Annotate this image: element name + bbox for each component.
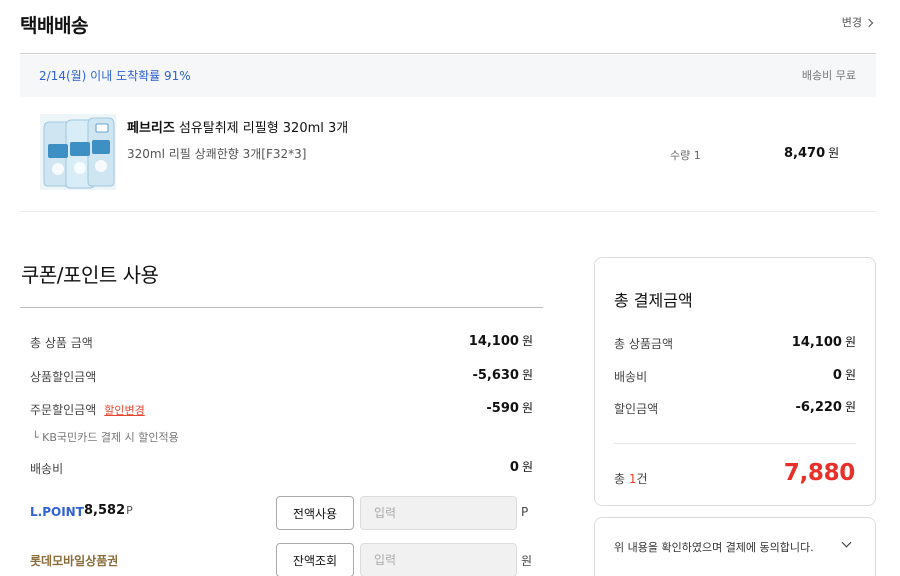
calc-label: 총 상품 금액: [30, 336, 93, 350]
calc-value: -590 원: [486, 399, 533, 416]
lpoint-label: L.POINT: [30, 505, 84, 519]
payment-agreement-toggle[interactable]: 위 내용을 확인하였으며 결제에 동의합니다.: [594, 517, 876, 576]
calc-label: 상품할인금액: [30, 370, 97, 384]
summary-amount: -6,220: [795, 400, 842, 415]
summary-row-discount: 할인금액 -6,220 원: [614, 398, 856, 418]
shipping-title: 택배배송: [20, 15, 88, 37]
summary-unit: 원: [844, 400, 856, 414]
total-payment-amount: 7,880: [783, 460, 856, 486]
product-price: 8,470 원: [784, 144, 839, 161]
discount-change-link[interactable]: 할인변경: [104, 404, 144, 417]
summary-title: 총 결제금액: [614, 291, 693, 310]
summary-unit: 원: [844, 335, 856, 349]
calc-unit: 원: [521, 368, 533, 382]
count-prefix: 총: [614, 472, 629, 486]
change-label: 변경: [841, 16, 862, 29]
lpoint-balance-unit: P: [126, 504, 133, 517]
summary-value: 14,100 원: [792, 333, 856, 350]
summary-divider: [614, 443, 856, 444]
lpoint-input-unit: P: [521, 505, 529, 519]
product-image-graphic: [40, 114, 116, 190]
calc-amount: -590: [486, 401, 519, 416]
lpoint-balance-value: 8,582: [84, 503, 126, 518]
calc-row-shipping-fee: 배송비 0원: [30, 458, 533, 478]
summary-row-total-product: 총 상품금액 14,100 원: [614, 333, 856, 353]
calc-unit: 원: [521, 401, 533, 415]
calc-unit: 원: [521, 334, 533, 348]
lotte-voucher-input-unit: 원: [521, 554, 533, 568]
count-number: 1: [628, 472, 637, 486]
product-image[interactable]: [40, 114, 116, 190]
chevron-down-icon: [841, 537, 852, 548]
total-item-count: 총 1건: [614, 470, 648, 487]
calc-value: 0원: [510, 458, 533, 475]
shipping-header: 택배배송 변경: [20, 0, 876, 54]
summary-row-shipping: 배송비 0원: [614, 366, 856, 386]
calc-value: -5,630 원: [472, 366, 533, 383]
product-brand: 페브리즈: [127, 121, 175, 136]
agreement-text: 위 내용을 확인하였으며 결제에 동의합니다.: [614, 541, 814, 554]
summary-label: 할인금액: [614, 402, 659, 416]
check-balance-button[interactable]: 잔액조회: [276, 543, 354, 576]
lpoint-balance: 8,582P: [84, 503, 133, 518]
lotte-voucher-row: 롯데모바일상품권 잔액조회 원: [30, 543, 543, 576]
summary-label: 총 상품금액: [614, 337, 674, 351]
calc-amount: 0: [509, 460, 519, 475]
calc-unit: 원: [521, 460, 533, 474]
product-price-value: 8,470: [784, 146, 826, 161]
product-name[interactable]: 페브리즈 섬유탈취제 리필형 320ml 3개: [127, 117, 348, 136]
summary-value: 0원: [833, 366, 856, 383]
product-option: 320ml 리필 상쾌한향 3개[F32*3]: [127, 147, 307, 161]
use-all-points-button[interactable]: 전액사용: [276, 496, 354, 530]
calc-amount: 14,100: [468, 334, 519, 349]
count-suffix: 건: [636, 472, 648, 486]
kb-card-note: └ KB국민카드 결제 시 할인적용: [32, 431, 179, 444]
calc-row-order-discount: 주문할인금액 할인변경 -590 원: [30, 399, 533, 419]
calc-value: 14,100 원: [469, 332, 533, 349]
product-price-unit: 원: [828, 146, 840, 160]
lotte-voucher-input[interactable]: [360, 543, 517, 576]
chevron-right-icon: [864, 18, 874, 27]
coupon-divider: [20, 307, 543, 308]
coupon-section-title: 쿠폰/포인트 사용: [21, 263, 159, 287]
product-row: 페브리즈 섬유탈취제 리필형 320ml 3개 320ml 리필 상쾌한향 3개[…: [20, 97, 876, 212]
product-quantity: 수량 1: [670, 149, 701, 162]
lpoint-input[interactable]: [360, 496, 517, 530]
delivery-info-bar: 2/14(월) 이내 도착확률 91% 배송비 무료: [20, 55, 876, 97]
delivery-date: 2/14(월) 이내 도착확률 91%: [39, 69, 191, 83]
lpoint-row: L.POINT 8,582P 전액사용 P: [30, 496, 543, 530]
summary-unit: 원: [844, 368, 856, 382]
product-title: 섬유탈취제 리필형 320ml 3개: [178, 121, 349, 136]
calc-label: 주문할인금액 할인변경: [30, 401, 145, 418]
calc-label-text: 주문할인금액: [30, 403, 97, 417]
delivery-fee: 배송비 무료: [801, 69, 856, 82]
summary-amount: 14,100: [791, 335, 842, 350]
calc-row-total-product: 총 상품 금액 14,100 원: [30, 332, 533, 352]
summary-label: 배송비: [614, 370, 648, 384]
calc-amount: -5,630: [472, 368, 519, 383]
change-shipping-link[interactable]: 변경: [841, 14, 874, 30]
calc-label: 배송비: [30, 462, 64, 476]
summary-value: -6,220 원: [795, 398, 856, 415]
payment-summary-box: 총 결제금액 총 상품금액 14,100 원 배송비 0원 할인금액 -6,220…: [594, 257, 876, 506]
summary-amount: 0: [832, 368, 842, 383]
lotte-voucher-label: 롯데모바일상품권: [30, 554, 119, 568]
calc-row-product-discount: 상품할인금액 -5,630 원: [30, 366, 533, 386]
